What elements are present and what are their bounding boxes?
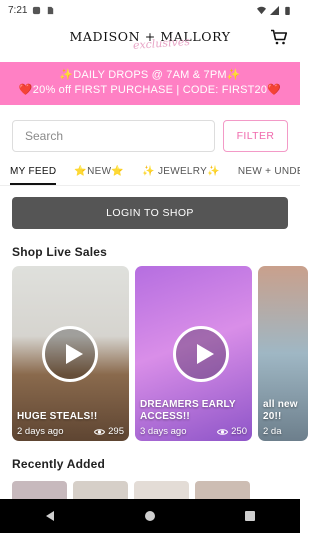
eye-icon <box>94 428 106 435</box>
card-title: all new 20!! <box>263 399 298 422</box>
wifi-icon <box>257 6 266 14</box>
card-views: 295 <box>94 426 124 437</box>
system-nav-bar <box>0 499 300 533</box>
card-title: HUGE STEALS!! <box>17 411 98 422</box>
live-sales-title: Shop Live Sales <box>12 245 108 259</box>
play-icon[interactable] <box>42 326 98 382</box>
tab-new[interactable]: ⭐NEW⭐ <box>74 164 124 185</box>
home-icon[interactable] <box>143 509 157 523</box>
app-header: MADISON + MALLORY exclusives <box>0 20 300 54</box>
product-thumbnail[interactable] <box>73 481 128 499</box>
card-title: DREAMERS EARLY ACCESS!! <box>140 399 236 422</box>
tab-new-under[interactable]: NEW + UNDER <box>238 164 300 185</box>
live-sale-card[interactable]: DREAMERS EARLY ACCESS!! 3 days ago 250 <box>135 266 252 441</box>
search-row: FILTER <box>0 120 300 152</box>
promo-banner[interactable]: ✨DAILY DROPS @ 7AM & 7PM✨ ❤️20% off FIRS… <box>0 62 300 105</box>
notification-icon <box>33 6 41 14</box>
recents-icon[interactable] <box>243 509 257 523</box>
product-thumbnail[interactable] <box>134 481 189 499</box>
status-bar: 7:21 <box>0 0 300 20</box>
recently-added-title: Recently Added <box>12 457 106 471</box>
logo-script-text: exclusives <box>132 34 191 52</box>
feed-tabs: MY FEED ⭐NEW⭐ ✨ JEWELRY✨ NEW + UNDER <box>0 164 300 186</box>
battery-icon <box>285 6 290 15</box>
back-icon[interactable] <box>43 509 57 523</box>
cart-icon[interactable] <box>270 29 288 45</box>
status-time: 7:21 <box>8 4 28 16</box>
product-thumbnail[interactable] <box>195 481 250 499</box>
promo-line-1: ✨DAILY DROPS @ 7AM & 7PM✨ <box>59 69 241 81</box>
card-age: 3 days ago <box>140 426 187 437</box>
promo-line-2: ❤️20% off FIRST PURCHASE | CODE: FIRST20… <box>18 84 282 96</box>
live-sale-card[interactable]: all new 20!! 2 da <box>258 266 308 441</box>
sim-card-icon <box>48 6 54 14</box>
card-age: 2 days ago <box>17 426 64 437</box>
signal-icon <box>270 5 279 15</box>
tab-my-feed[interactable]: MY FEED <box>10 164 57 185</box>
filter-button[interactable]: FILTER <box>223 120 288 152</box>
live-sales-carousel[interactable]: HUGE STEALS!! 2 days ago 295 DREAMERS EA… <box>12 266 312 441</box>
play-icon[interactable] <box>173 326 229 382</box>
card-age: 2 da <box>263 426 282 437</box>
card-meta: 3 days ago 250 <box>140 426 247 437</box>
product-thumbnail[interactable] <box>12 481 67 499</box>
live-sale-card[interactable]: HUGE STEALS!! 2 days ago 295 <box>12 266 129 441</box>
login-to-shop-button[interactable]: LOGIN TO SHOP <box>12 197 288 229</box>
search-input[interactable] <box>12 120 215 152</box>
recently-added-list[interactable] <box>12 481 250 499</box>
card-views: 250 <box>217 426 247 437</box>
brand-logo[interactable]: MADISON + MALLORY exclusives <box>69 30 230 51</box>
card-meta: 2 days ago 295 <box>17 426 124 437</box>
eye-icon <box>217 428 229 435</box>
card-view-count: 250 <box>231 426 247 437</box>
card-view-count: 295 <box>108 426 124 437</box>
tab-jewelry[interactable]: ✨ JEWELRY✨ <box>142 164 220 185</box>
card-meta: 2 da <box>263 426 303 437</box>
